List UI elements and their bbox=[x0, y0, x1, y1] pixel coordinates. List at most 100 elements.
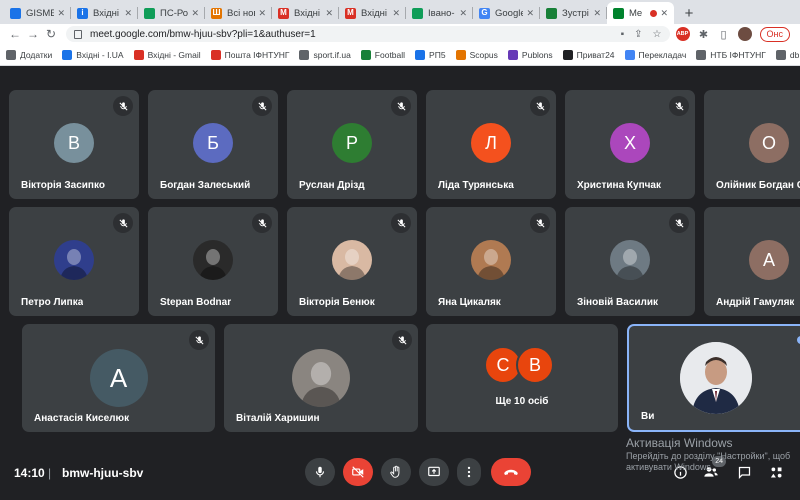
mic-off-icon bbox=[118, 218, 128, 228]
bookmark-item[interactable]: Пошта ІФНТУНГ bbox=[210, 49, 289, 60]
participant-tile[interactable]: А Андрій Гамуляк bbox=[704, 207, 800, 316]
participant-name: Ліда Турянська bbox=[438, 180, 514, 191]
camera-indicator-icon[interactable]: ▪ bbox=[621, 29, 625, 40]
tab-favicon-icon bbox=[613, 7, 624, 19]
more-participants-tile[interactable]: С В Ще 10 осіб bbox=[426, 324, 618, 432]
browser-tab[interactable]: G Google ✕ bbox=[473, 2, 540, 24]
browser-tab[interactable]: Зустрі ✕ bbox=[540, 2, 607, 24]
tab-label: ПС-Роз bbox=[160, 7, 188, 19]
participant-name: Анастасія Киселюк bbox=[34, 413, 130, 424]
address-bar-row: ← → ↻ meet.google.com/bmw-hjuu-sbv?pli=1… bbox=[0, 24, 800, 44]
tab-close-icon[interactable]: ✕ bbox=[459, 8, 467, 19]
tab-close-icon[interactable]: ✕ bbox=[124, 8, 132, 19]
profile-update-button[interactable]: Онс bbox=[759, 26, 790, 42]
tab-close-icon[interactable]: ✕ bbox=[593, 8, 601, 19]
participant-tile[interactable]: Р Руслан Дрізд bbox=[287, 90, 417, 199]
extensions-area: ABP ✱ ▯ Онс bbox=[675, 26, 790, 42]
participant-name: Петро Липка bbox=[21, 297, 84, 308]
browser-tab[interactable]: Me ✕ bbox=[607, 2, 674, 24]
back-icon[interactable]: ← bbox=[6, 27, 24, 41]
side-panel-icon[interactable]: ▯ bbox=[718, 28, 730, 41]
meeting-code: bmw-hjuu-sbv bbox=[62, 466, 144, 480]
browser-tab[interactable]: Івано- ✕ bbox=[406, 2, 473, 24]
tab-close-icon[interactable]: ✕ bbox=[258, 8, 266, 19]
participant-tile[interactable]: Б Богдан Залеський bbox=[148, 90, 278, 199]
reload-icon[interactable]: ↻ bbox=[42, 27, 60, 41]
profile-avatar-icon[interactable] bbox=[737, 27, 752, 41]
bookmark-favicon-icon bbox=[455, 49, 466, 60]
bookmark-item[interactable]: РП5 bbox=[415, 49, 446, 60]
browser-tab[interactable]: i Вхідні ✕ bbox=[71, 2, 138, 24]
bookmark-star-icon[interactable]: ☆ bbox=[653, 29, 662, 40]
browser-tab-strip: GISME✕iВхідні✕ПС-Роз✕ШВсі нов✕MВхідні✕MВ… bbox=[0, 0, 800, 24]
url-field[interactable]: meet.google.com/bmw-hjuu-sbv?pli=1&authu… bbox=[66, 26, 670, 42]
mic-off-icon bbox=[396, 218, 406, 228]
bookmark-label: sport.if.ua bbox=[313, 49, 351, 60]
bookmark-item[interactable]: Publons bbox=[507, 49, 553, 60]
meet-stage: В Вікторія Засипко Б Богдан Залеський Р Русла… bbox=[0, 66, 800, 500]
participant-tile[interactable]: Віталій Харишин bbox=[224, 324, 418, 432]
bookmark-item[interactable]: НТБ ІФНТУНГ bbox=[696, 49, 766, 60]
bookmark-favicon-icon bbox=[360, 49, 371, 60]
microphone-button[interactable] bbox=[305, 458, 335, 486]
share-icon[interactable]: ⇪ bbox=[634, 29, 642, 40]
mic-off-icon bbox=[535, 218, 545, 228]
new-tab-button[interactable]: + bbox=[678, 2, 700, 24]
participant-tile[interactable]: Зіновій Василик bbox=[565, 207, 695, 316]
tab-label: Івано- bbox=[428, 7, 455, 19]
tab-favicon-icon: i bbox=[77, 7, 88, 19]
meeting-time: 14:10 bbox=[14, 466, 45, 480]
tab-close-icon[interactable]: ✕ bbox=[526, 8, 534, 19]
participant-tile[interactable]: А Анастасія Киселюк bbox=[22, 324, 215, 432]
muted-indicator bbox=[189, 330, 209, 350]
bookmark-label: НТБ ІФНТУНГ bbox=[710, 49, 766, 60]
bookmark-item[interactable]: sport.if.ua bbox=[299, 49, 351, 60]
participant-name: Христина Купчак bbox=[577, 180, 661, 191]
tab-close-icon[interactable]: ✕ bbox=[57, 8, 65, 19]
participant-tile[interactable]: В Вікторія Засипко bbox=[9, 90, 139, 199]
participant-tile[interactable]: О Олійник Богдан С bbox=[704, 90, 800, 199]
raise-hand-icon bbox=[390, 465, 400, 478]
tab-close-icon[interactable]: ✕ bbox=[660, 8, 668, 19]
raise-hand-button[interactable] bbox=[381, 458, 411, 486]
browser-tab[interactable]: M Вхідні ✕ bbox=[339, 2, 406, 24]
browser-tab[interactable]: GISME ✕ bbox=[4, 2, 71, 24]
participant-tile[interactable]: Л Ліда Турянська bbox=[426, 90, 556, 199]
bookmark-favicon-icon bbox=[624, 49, 635, 60]
more-options-button[interactable] bbox=[457, 458, 481, 486]
browser-tab[interactable]: Ш Всі нов ✕ bbox=[205, 2, 272, 24]
tab-close-icon[interactable]: ✕ bbox=[392, 8, 400, 19]
leave-call-button[interactable] bbox=[491, 458, 531, 486]
tab-label: GISME bbox=[26, 7, 55, 19]
browser-tab[interactable]: M Вхідні ✕ bbox=[272, 2, 339, 24]
bookmark-item[interactable]: db.uaf.ua bbox=[775, 49, 800, 60]
bookmark-item[interactable]: Scopus bbox=[455, 49, 498, 60]
tab-close-icon[interactable]: ✕ bbox=[325, 8, 333, 19]
participant-tile[interactable]: Яна Цикаляк bbox=[426, 207, 556, 316]
mic-off-icon bbox=[674, 101, 684, 111]
mic-off-icon bbox=[194, 335, 204, 345]
camera-button[interactable] bbox=[343, 458, 373, 486]
participant-tile[interactable]: Петро Липка bbox=[9, 207, 139, 316]
bookmark-item[interactable]: Перекладач bbox=[624, 49, 686, 60]
tab-favicon-icon bbox=[144, 7, 155, 19]
browser-tab[interactable]: ПС-Роз✕ bbox=[138, 2, 205, 24]
participant-tile[interactable]: Вікторія Бенюк bbox=[287, 207, 417, 316]
watermark-line1: Перейдіть до розділу "Настройки", щоб bbox=[626, 451, 791, 461]
adblock-extension-icon[interactable]: ABP bbox=[675, 27, 690, 41]
bookmark-item[interactable]: Football bbox=[360, 49, 405, 60]
participant-tile[interactable]: Х Христина Купчак bbox=[565, 90, 695, 199]
puzzle-extensions-icon[interactable]: ✱ bbox=[698, 28, 710, 41]
participant-tile[interactable]: Stepan Bodnar bbox=[148, 207, 278, 316]
bookmark-item[interactable]: Додатки bbox=[6, 49, 52, 60]
participant-photo bbox=[332, 240, 372, 280]
bookmark-item[interactable]: Вхідні - I.UA bbox=[62, 49, 124, 60]
bookmark-item[interactable]: Приват24 bbox=[562, 49, 615, 60]
tab-label: Вхідні bbox=[294, 7, 320, 19]
tab-close-icon[interactable]: ✕ bbox=[191, 8, 199, 19]
muted-indicator bbox=[391, 213, 411, 233]
present-button[interactable] bbox=[419, 458, 449, 486]
self-tile[interactable]: Ви bbox=[627, 324, 800, 432]
bookmark-item[interactable]: Вхідні - Gmail bbox=[133, 49, 201, 60]
forward-icon[interactable]: → bbox=[24, 27, 42, 41]
